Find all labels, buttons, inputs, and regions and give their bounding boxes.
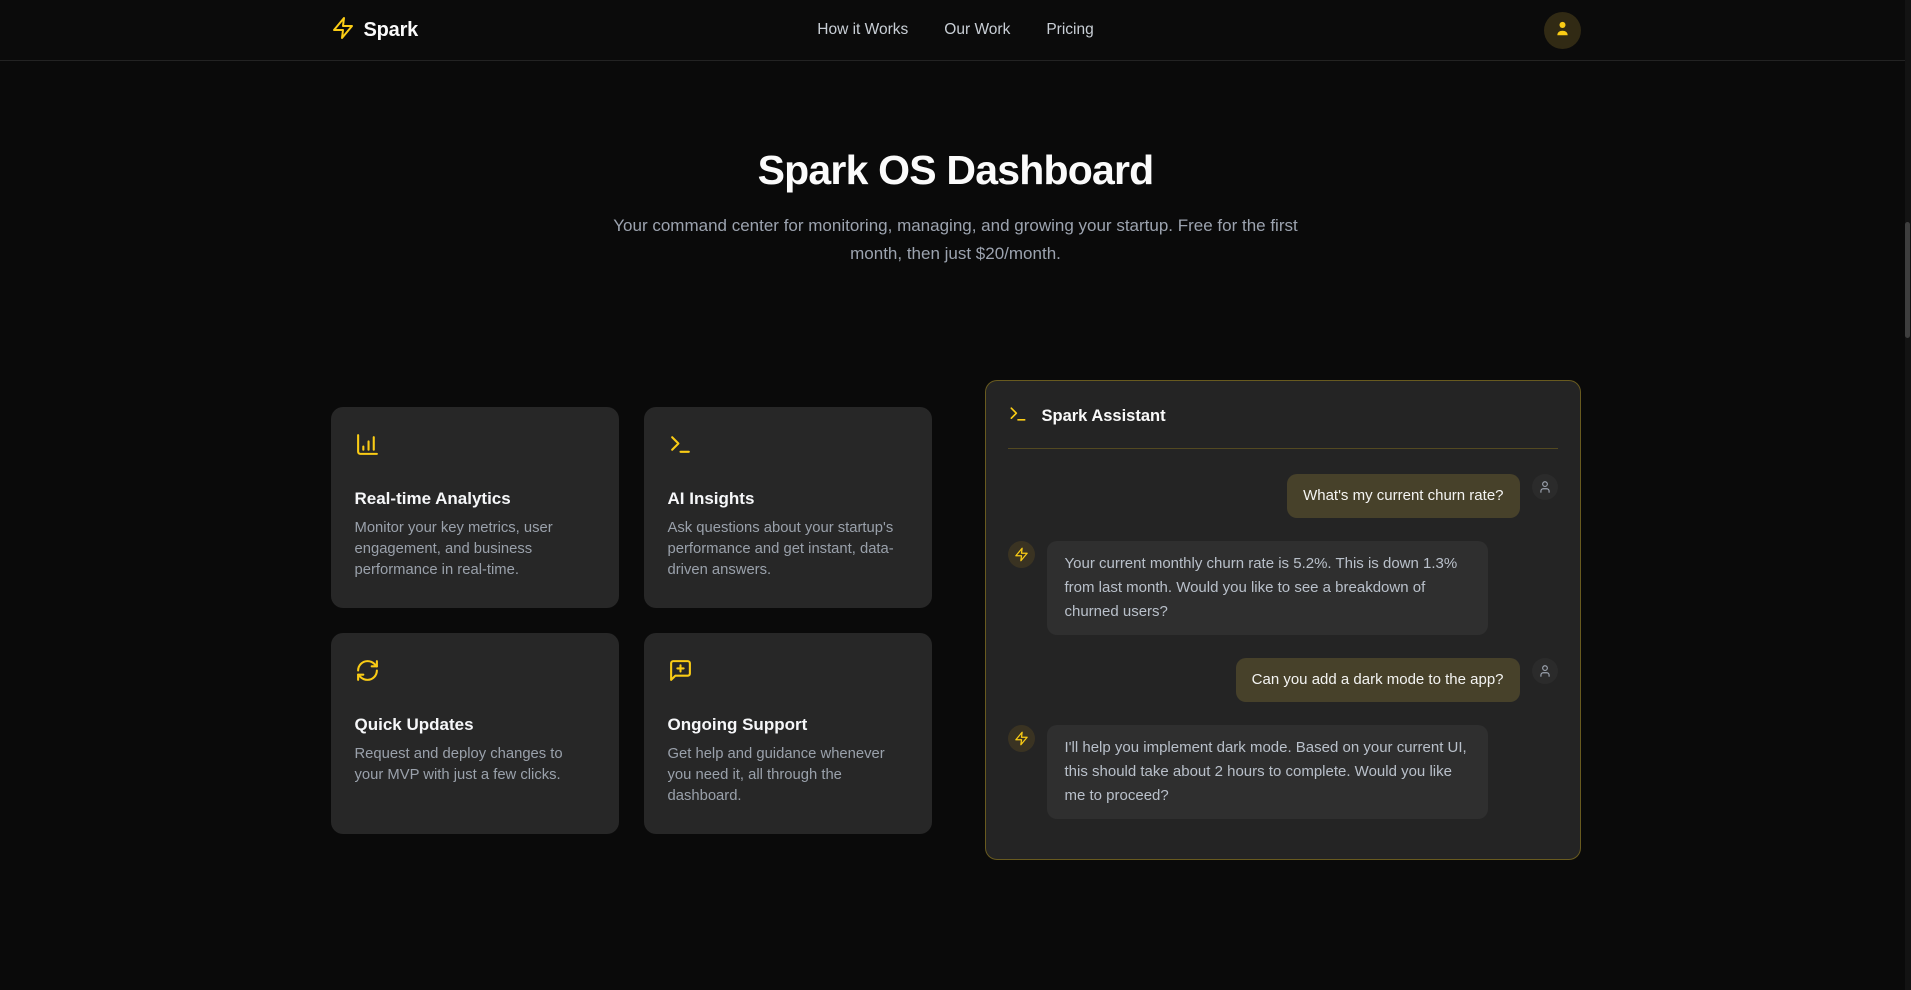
assistant-message-bubble: I'll help you implement dark mode. Based… <box>1047 725 1488 819</box>
main-nav: How it Works Our Work Pricing <box>817 21 1093 39</box>
chat-message-assistant: Your current monthly churn rate is 5.2%.… <box>1008 541 1558 635</box>
account-avatar-button[interactable] <box>1544 12 1581 49</box>
user-icon <box>1532 658 1558 684</box>
user-message-bubble: Can you add a dark mode to the app? <box>1236 658 1520 702</box>
feature-title: Ongoing Support <box>668 715 908 735</box>
message-square-plus-icon <box>668 658 908 688</box>
nav-how-it-works[interactable]: How it Works <box>817 21 908 39</box>
feature-card: Ongoing Support Get help and guidance wh… <box>644 633 932 834</box>
brand-logo[interactable]: Spark <box>331 16 419 45</box>
bar-chart-icon <box>355 432 595 462</box>
assistant-panel-title: Spark Assistant <box>1042 407 1166 426</box>
assistant-message-bubble: Your current monthly churn rate is 5.2%.… <box>1047 541 1488 635</box>
chat-message-user: Can you add a dark mode to the app? <box>1008 658 1558 702</box>
zap-icon <box>1008 725 1035 752</box>
page-scrollbar-track <box>1905 0 1911 990</box>
feature-card: AI Insights Ask questions about your sta… <box>644 407 932 608</box>
chat-message-assistant: I'll help you implement dark mode. Based… <box>1008 725 1558 819</box>
chat-message-user: What's my current churn rate? <box>1008 474 1558 518</box>
feature-card: Quick Updates Request and deploy changes… <box>331 633 619 834</box>
feature-description: Request and deploy changes to your MVP w… <box>355 744 595 786</box>
zap-icon <box>331 16 355 45</box>
feature-title: Real-time Analytics <box>355 489 595 509</box>
feature-card: Real-time Analytics Monitor your key met… <box>331 407 619 608</box>
feature-title: Quick Updates <box>355 715 595 735</box>
nav-our-work[interactable]: Our Work <box>944 21 1010 39</box>
features-grid: Real-time Analytics Monitor your key met… <box>331 407 932 834</box>
terminal-icon <box>1008 404 1028 429</box>
feature-description: Monitor your key metrics, user engagemen… <box>355 518 595 581</box>
main-content: Real-time Analytics Monitor your key met… <box>331 380 1581 860</box>
hero-section: Spark OS Dashboard Your command center f… <box>0 61 1911 268</box>
brand-name: Spark <box>364 19 419 42</box>
assistant-panel-header: Spark Assistant <box>1008 381 1558 449</box>
refresh-icon <box>355 658 595 688</box>
zap-icon <box>1008 541 1035 568</box>
feature-description: Get help and guidance whenever you need … <box>668 744 908 807</box>
spark-assistant-panel: Spark Assistant What's my current churn … <box>985 380 1581 860</box>
feature-title: AI Insights <box>668 489 908 509</box>
page-scrollbar-thumb[interactable] <box>1905 222 1910 338</box>
user-icon <box>1553 19 1572 41</box>
user-message-bubble: What's my current churn rate? <box>1287 474 1519 518</box>
terminal-icon <box>668 432 908 462</box>
page-title: Spark OS Dashboard <box>0 147 1911 194</box>
nav-pricing[interactable]: Pricing <box>1046 21 1093 39</box>
feature-description: Ask questions about your startup's perfo… <box>668 518 908 581</box>
hero-subtitle: Your command center for monitoring, mana… <box>611 212 1301 268</box>
chat-message-list: What's my current churn rate? Your curre… <box>986 449 1580 859</box>
top-navigation-bar: Spark How it Works Our Work Pricing <box>0 0 1911 61</box>
user-icon <box>1532 474 1558 500</box>
